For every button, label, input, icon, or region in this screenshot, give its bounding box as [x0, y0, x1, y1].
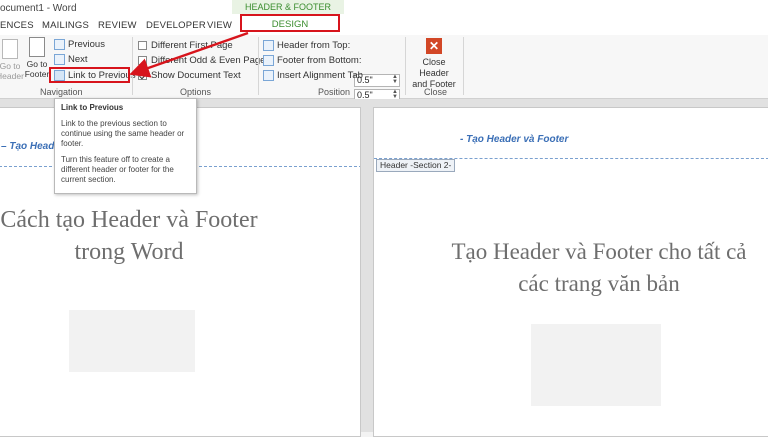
annotation-arrow [129, 31, 249, 78]
